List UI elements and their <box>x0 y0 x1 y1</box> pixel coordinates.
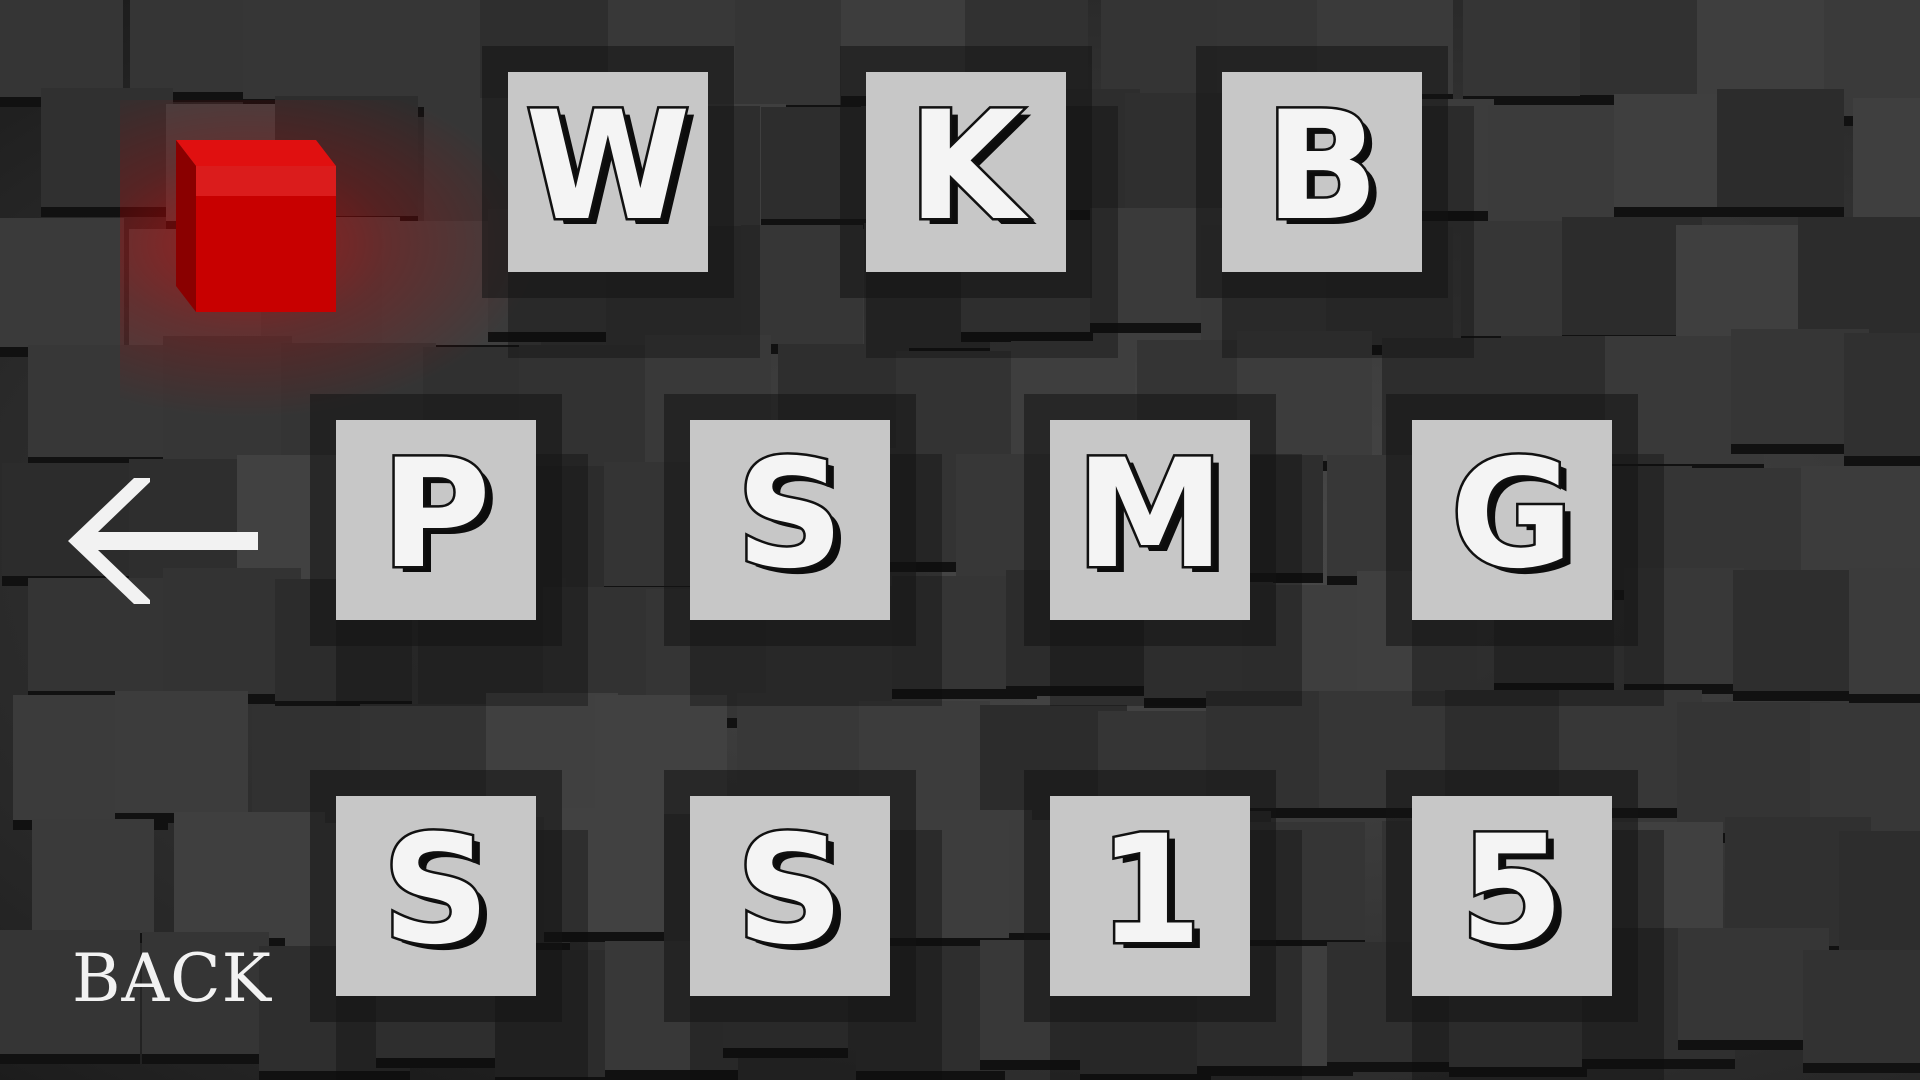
background-block-edge <box>1327 1062 1457 1072</box>
level-glyph-icon: S S <box>733 802 852 985</box>
background-block <box>1697 0 1827 98</box>
level-glyph-icon: B B <box>1262 78 1387 261</box>
background-block <box>1810 703 1920 833</box>
level-glyph-icon: K K <box>905 78 1037 261</box>
level-tile-4[interactable]: P P <box>336 420 536 620</box>
svg-text:K: K <box>908 80 1029 254</box>
background-block-edge <box>1803 1063 1920 1073</box>
level-tile-8[interactable]: S S <box>336 796 536 996</box>
background-block <box>1603 822 1723 938</box>
red-cube-icon <box>176 140 336 312</box>
background-block <box>1849 568 1920 694</box>
background-block <box>1101 0 1230 103</box>
level-tile-10[interactable]: 1 1 <box>1050 796 1250 996</box>
background-block <box>163 336 292 462</box>
svg-text:1: 1 <box>1098 804 1202 978</box>
background-block-edge <box>1449 1067 1587 1077</box>
level-glyph-icon: 5 5 <box>1457 802 1572 985</box>
background-block <box>1319 691 1445 808</box>
background-block-edge <box>605 1070 738 1080</box>
background-block-edge <box>1717 207 1844 217</box>
background-block <box>1237 331 1372 461</box>
background-block-edge <box>1582 1059 1735 1069</box>
background-block <box>519 345 662 476</box>
background-block-edge <box>723 1048 848 1058</box>
level-glyph-icon: P P <box>379 426 499 609</box>
svg-text:G: G <box>1450 428 1573 602</box>
background-block <box>1580 0 1717 95</box>
level-tile-5[interactable]: S S <box>690 420 890 620</box>
background-block-edge <box>1844 456 1920 466</box>
background-block-edge <box>259 1071 410 1080</box>
background-block <box>1801 466 1920 582</box>
background-block-edge <box>856 1071 1005 1080</box>
background-block-edge <box>1006 686 1146 696</box>
left-arrow-icon[interactable] <box>68 478 258 604</box>
background-block <box>32 819 154 933</box>
background-block <box>1463 0 1600 96</box>
svg-text:P: P <box>381 428 491 602</box>
background-block-edge <box>1080 1074 1211 1080</box>
svg-text:M: M <box>1075 428 1224 602</box>
background-block <box>1803 950 1920 1063</box>
background-block <box>28 345 182 457</box>
svg-text:S: S <box>736 804 844 978</box>
background-block-edge <box>961 332 1093 342</box>
level-select-screen: W W K K B B P P S S M M G G S S S S 1 1 … <box>0 0 1920 1080</box>
level-tile-1[interactable]: W W <box>508 72 708 272</box>
level-tile-7[interactable]: G G <box>1412 420 1612 620</box>
background-block <box>41 88 173 207</box>
background-block-edge <box>544 932 667 942</box>
background-block <box>1839 831 1920 959</box>
level-glyph-icon: G G <box>1448 426 1582 609</box>
level-glyph-icon: M M <box>1073 426 1233 609</box>
background-block-edge <box>1733 691 1863 701</box>
level-glyph-icon: S S <box>379 802 498 985</box>
background-block <box>362 0 488 107</box>
background-block-edge <box>1849 694 1920 704</box>
background-block <box>1717 89 1844 207</box>
level-tile-9[interactable]: S S <box>690 796 890 996</box>
background-block <box>1624 568 1744 684</box>
svg-text:B: B <box>1265 80 1379 254</box>
background-block <box>1844 333 1920 456</box>
background-block-edge <box>41 207 173 217</box>
svg-text:S: S <box>382 804 490 978</box>
background-block <box>0 218 124 347</box>
level-glyph-icon: W W <box>523 78 699 261</box>
background-block <box>1488 105 1621 235</box>
back-button[interactable]: BACK <box>72 940 272 1017</box>
background-block <box>0 0 123 97</box>
background-block <box>115 691 248 813</box>
level-tile-6[interactable]: M M <box>1050 420 1250 620</box>
svg-text:S: S <box>736 428 844 602</box>
svg-text:5: 5 <box>1460 804 1564 978</box>
svg-text:W: W <box>525 80 690 254</box>
background-block <box>1798 217 1920 336</box>
background-block <box>1853 98 1920 220</box>
level-tile-2[interactable]: K K <box>866 72 1066 272</box>
background-block-edge <box>142 1054 269 1064</box>
background-block <box>544 808 667 932</box>
level-tile-11[interactable]: 5 5 <box>1412 796 1612 996</box>
level-tile-3[interactable]: B B <box>1222 72 1422 272</box>
background-block-edge <box>0 1054 140 1064</box>
background-block <box>1733 570 1863 691</box>
background-block <box>1241 822 1365 940</box>
background-block <box>741 225 863 344</box>
level-glyph-icon: S S <box>733 426 852 609</box>
level-glyph-icon: 1 1 <box>1095 802 1210 985</box>
background-block <box>1677 702 1830 833</box>
